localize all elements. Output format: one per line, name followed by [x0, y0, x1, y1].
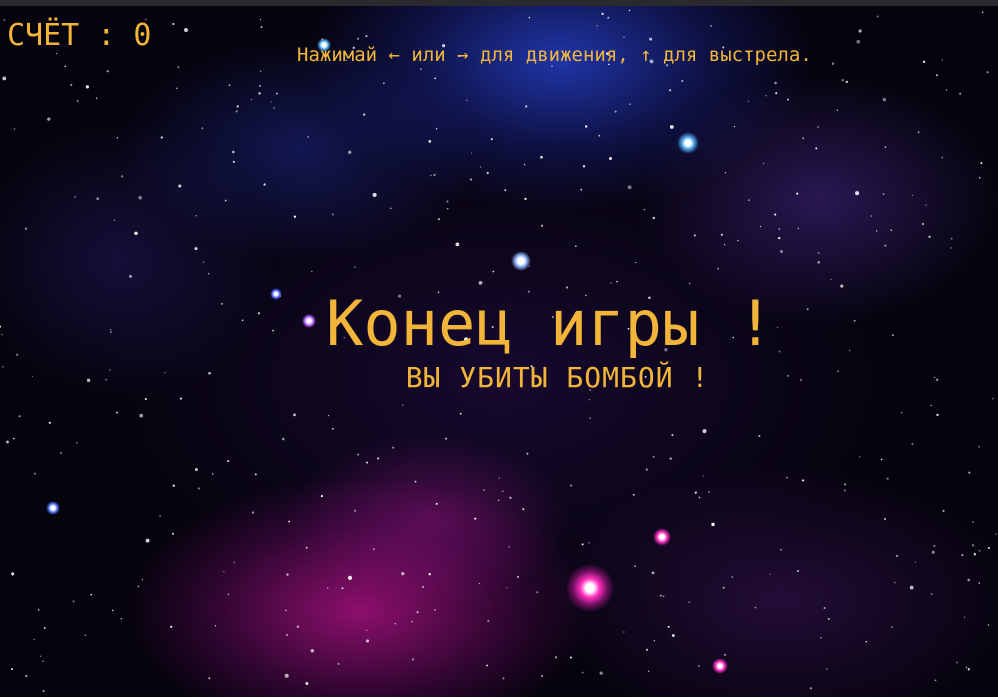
bright-star-blue: [677, 132, 699, 154]
game-over-reason: ВЫ УБИТЫ БОМБОЙ !: [405, 361, 710, 394]
bright-star-blue: [46, 501, 60, 515]
score-display: СЧЁТ : 0: [7, 18, 152, 53]
score-label: СЧЁТ : 0: [7, 18, 152, 53]
bright-star-pink: [712, 658, 728, 674]
game-canvas[interactable]: СЧЁТ : 0 Нажимай ← или → для движения, ↑…: [0, 0, 998, 697]
bright-star-blue: [511, 251, 531, 271]
bright-star-pink: [653, 528, 671, 546]
game-over-title: Конец игры !: [326, 287, 774, 360]
bright-star-pink: [566, 564, 614, 612]
controls-hint: Нажимай ← или → для движения, ↑ для выст…: [297, 44, 812, 66]
